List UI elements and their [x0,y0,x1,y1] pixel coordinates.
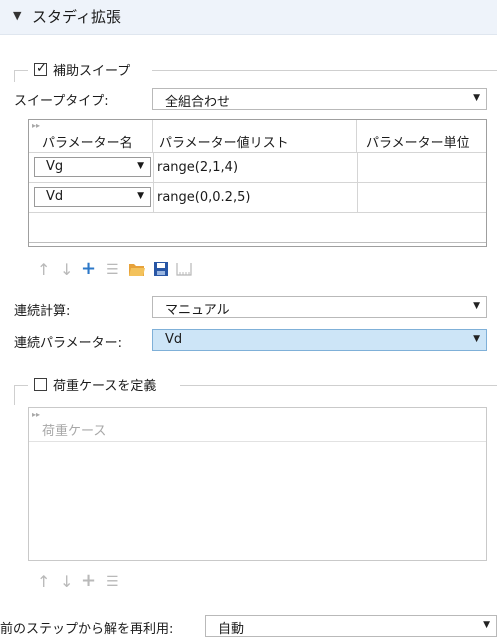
chevron-down-icon: ▼ [137,191,144,201]
group-frame-top-right [152,70,497,71]
delete-icon[interactable]: ☰ [106,261,119,279]
move-up-icon[interactable]: ↑ [37,573,50,591]
add-icon[interactable]: + [81,260,96,278]
section-title: スタディ拡張 [32,8,121,26]
reuse-solution-label: 前のステップから解を再利用: [0,622,174,637]
chevron-down-icon: ▼ [473,301,480,311]
table-header-values[interactable]: パラメーター値リスト [153,120,357,152]
table-header-name[interactable]: ▸▸ パラメーター名 [29,120,153,152]
load-cases-header[interactable]: 荷重ケース [42,420,106,439]
load-cases-label: 荷重ケースを定義 [53,379,157,394]
continuation-label: 連続計算: [14,304,71,319]
table-header-unit[interactable]: パラメーター単位 [357,120,486,152]
reuse-solution-select[interactable]: 自動 ▼ [205,615,497,637]
check-icon: ✓ [36,61,47,76]
section-header-study-extensions[interactable]: ▼ スタディ拡張 [0,0,497,35]
param-name-select-vg[interactable]: Vg ▼ [34,157,151,177]
collapse-triangle-icon[interactable]: ▼ [13,9,21,22]
load-cases-table: ▸▸ 荷重ケース [28,407,487,561]
chevron-down-icon: ▼ [137,161,144,171]
continuation-select[interactable]: マニュアル ▼ [152,296,487,318]
parameter-table: ▸▸ パラメーター名 パラメーター値リスト パラメーター単位 Vg ▼ rang… [28,119,487,247]
continuation-param-select[interactable]: Vd ▼ [152,329,487,351]
table-row[interactable]: Vg ▼ range(2,1,4) [29,153,486,182]
chevron-down-icon: ▼ [483,620,490,630]
group-frame-left [14,70,15,82]
add-icon[interactable]: + [81,572,96,590]
chevron-down-icon: ▼ [473,334,480,344]
table-row[interactable]: Vd ▼ range(0,0.2,5) [29,183,486,212]
load-from-file-icon[interactable] [128,262,146,277]
chevron-down-icon: ▼ [473,93,480,103]
load-cases-checkbox[interactable] [34,378,47,391]
group-frame-top-left [14,70,28,71]
move-down-icon[interactable]: ↓ [60,573,73,591]
delete-icon[interactable]: ☰ [106,573,119,591]
aux-sweep-label: 補助スイープ [53,64,131,79]
move-up-icon[interactable]: ↑ [37,261,50,279]
header-expand-icon: ▸▸ [32,410,41,419]
save-icon[interactable] [153,261,169,277]
move-down-icon[interactable]: ↓ [60,261,73,279]
aux-sweep-checkbox[interactable]: ✓ [34,61,47,76]
range-icon[interactable] [175,262,193,277]
sweep-type-value: 全組合わせ [165,95,231,110]
continuation-param-label: 連続パラメーター: [14,336,122,351]
header-expand-icon: ▸▸ [32,121,41,130]
param-values-cell[interactable]: range(0,0.2,5) [157,190,250,205]
param-values-cell[interactable]: range(2,1,4) [157,160,238,175]
sweep-type-label: スイープタイプ: [14,94,109,109]
param-name-select-vd[interactable]: Vd ▼ [34,187,151,207]
sweep-type-select[interactable]: 全組合わせ ▼ [152,88,487,110]
